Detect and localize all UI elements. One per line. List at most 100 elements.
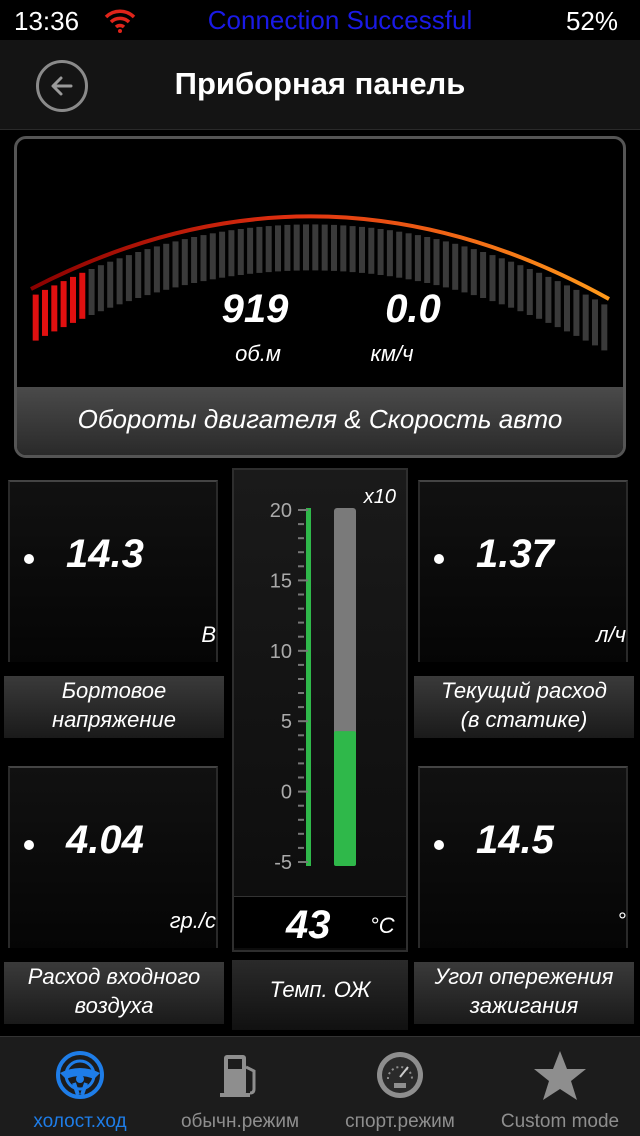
scale-tick <box>298 593 304 596</box>
coolant-unit: °C <box>370 913 395 938</box>
scale-tick <box>298 832 304 835</box>
rpm-segment <box>359 226 365 273</box>
scale-tick <box>298 565 304 568</box>
rpm-segment <box>209 233 216 280</box>
rpm-segment <box>275 225 281 272</box>
scale-tick <box>298 551 304 554</box>
scale-tick <box>298 509 308 511</box>
coolant-temp-gauge[interactable]: x10 20 15 10 5 0 -5 43 °C <box>232 468 408 952</box>
rpm-segment <box>228 230 235 277</box>
rpm-segment <box>284 224 291 271</box>
rpm-segment <box>293 224 300 271</box>
fuel-rate-unit: л/ч <box>596 622 626 647</box>
speed-value: 0.0 <box>385 287 441 331</box>
tab-label: обычн.режим <box>180 1111 300 1132</box>
bullet-dot <box>24 554 34 564</box>
rpm-segment <box>172 241 179 288</box>
status-bar: 13:36 Connection Successful 52% <box>0 0 640 40</box>
scale-tick <box>298 818 304 821</box>
scale-tick <box>298 692 304 694</box>
rpm-segment <box>181 239 188 286</box>
scale-tick <box>298 621 304 624</box>
fuel-rate-label: Текущий расход (в статике) <box>414 676 634 738</box>
voltage-unit: В <box>201 622 216 647</box>
tab-idle[interactable]: холост.ход <box>0 1037 160 1136</box>
voltage-label-line1: Бортовое <box>61 678 167 703</box>
scale-tick <box>298 635 304 638</box>
bullet-dot <box>434 554 444 564</box>
rpm-segment <box>442 241 449 288</box>
scale-tick <box>298 537 304 540</box>
gauge-caption: Обороты двигателя & Скорость авто <box>17 387 623 455</box>
rpm-segment <box>312 224 319 271</box>
rpm-unit: об.м <box>235 341 281 366</box>
scale-tick <box>298 734 304 737</box>
rpm-segment <box>582 294 589 341</box>
rpm-segment <box>51 285 58 332</box>
speedometer-icon <box>377 1052 423 1098</box>
rpm-segment <box>200 235 207 282</box>
scale-tick <box>298 861 308 863</box>
scale-tick <box>298 776 304 779</box>
scale-tick <box>298 607 304 610</box>
ignition-label: Угол опережения зажигания <box>414 962 634 1024</box>
rpm-segment <box>452 243 459 290</box>
rpm-segment <box>349 226 356 273</box>
scale-tick <box>298 579 308 582</box>
rpm-segment <box>125 255 132 302</box>
rpm-segment <box>79 272 86 319</box>
steering-wheel-icon <box>56 1051 104 1099</box>
tab-label: Custom mode <box>500 1111 620 1132</box>
bullet-dot <box>24 840 34 850</box>
voltage-label: Бортовое напряжение <box>4 676 224 738</box>
rpm-segment <box>517 265 524 312</box>
rpm-arc-gauge <box>30 214 610 351</box>
rpm-segment <box>368 227 375 274</box>
scale-label: -5 <box>274 852 292 874</box>
rpm-segment <box>88 269 95 315</box>
tab-normal[interactable]: обычн.режим <box>160 1037 320 1136</box>
voltage-label-line2: напряжение <box>52 707 176 732</box>
ignition-label-line2: зажигания <box>469 993 579 1018</box>
rpm-segment <box>405 233 412 280</box>
rpm-speed-gauge[interactable]: 919 об.м 0.0 км/ч Обороты двигателя & Ск… <box>14 136 626 458</box>
tab-label: холост.ход <box>33 1111 127 1132</box>
ignition-value: 14.5 <box>476 818 554 862</box>
rpm-segment <box>396 231 403 278</box>
scale-tick <box>298 720 308 723</box>
fuel-rate-label-line1: Текущий расход <box>441 678 607 703</box>
ignition-label-line1: Угол опережения <box>434 964 614 989</box>
rpm-segment <box>526 269 533 315</box>
rpm-segment <box>508 261 515 308</box>
rpm-segment <box>377 229 384 275</box>
rpm-segment <box>321 224 328 271</box>
scale-tick <box>298 678 304 680</box>
rpm-segment <box>32 294 39 341</box>
scale-tick <box>298 523 304 526</box>
voltage-tile[interactable]: 14.3 В <box>8 480 218 662</box>
star-icon <box>534 1051 586 1100</box>
fuel-pump-icon <box>220 1055 256 1097</box>
tab-sport[interactable]: спорт.режим <box>320 1037 480 1136</box>
tab-label: спорт.режим <box>345 1111 455 1132</box>
rpm-segment <box>153 246 160 293</box>
rpm-segment <box>116 258 123 305</box>
rpm-segment <box>340 225 347 272</box>
ignition-tile[interactable]: 14.5 ° <box>418 766 628 948</box>
air-flow-tile[interactable]: 4.04 гр./с <box>8 766 218 948</box>
rpm-segment <box>331 224 337 271</box>
connection-status: Connection Successful <box>207 5 473 35</box>
scale-label: 5 <box>281 711 292 733</box>
rpm-segment <box>219 231 226 278</box>
rpm-segment <box>163 243 170 290</box>
air-flow-label: Расход входного воздуха <box>4 962 224 1024</box>
rpm-segment <box>97 265 104 312</box>
rpm-segment <box>498 258 505 305</box>
rpm-segment <box>191 237 198 283</box>
fuel-rate-tile[interactable]: 1.37 л/ч <box>418 480 628 662</box>
rpm-segment <box>564 285 570 332</box>
rpm-segment <box>414 235 421 282</box>
tab-custom[interactable]: Custom mode <box>480 1037 640 1136</box>
rpm-segment <box>601 304 608 351</box>
rpm-segment <box>237 229 244 275</box>
